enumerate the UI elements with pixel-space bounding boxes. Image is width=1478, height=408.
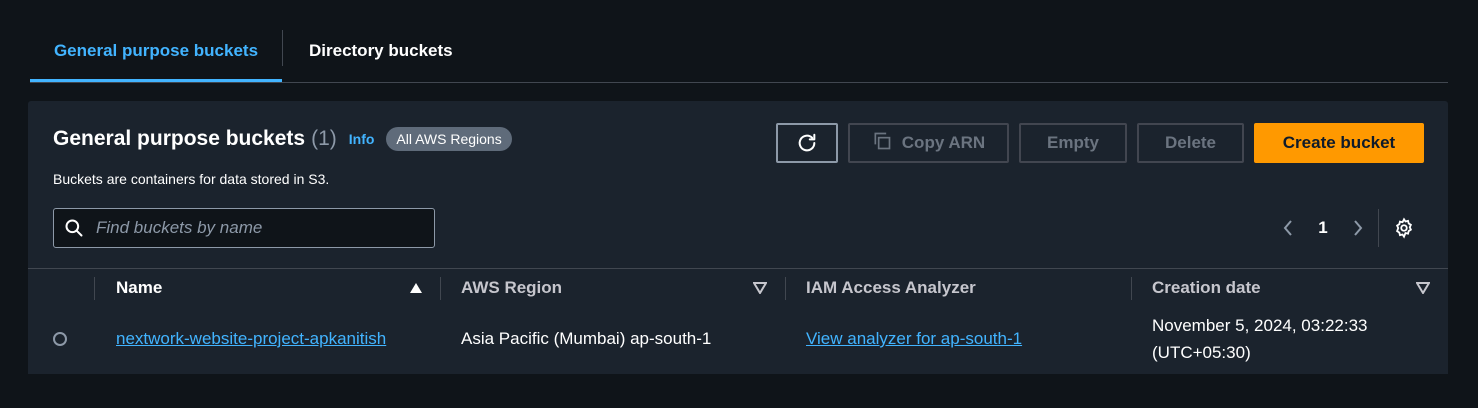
panel-title: General purpose buckets xyxy=(53,127,306,150)
gear-icon[interactable] xyxy=(1393,217,1415,239)
next-page-button[interactable] xyxy=(1346,219,1370,237)
sort-ascending-icon[interactable] xyxy=(409,282,423,294)
buckets-panel: General purpose buckets (1) Info All AWS… xyxy=(28,101,1448,374)
tab-general-purpose-buckets[interactable]: General purpose buckets xyxy=(30,22,282,82)
column-header-name[interactable]: Name xyxy=(116,269,162,307)
refresh-button[interactable] xyxy=(776,123,838,163)
search-input[interactable] xyxy=(94,217,418,239)
empty-button[interactable]: Empty xyxy=(1019,123,1127,163)
column-divider xyxy=(785,277,786,300)
search-icon xyxy=(64,218,84,238)
panel-description: Buckets are containers for data stored i… xyxy=(53,171,330,187)
delete-button[interactable]: Delete xyxy=(1137,123,1244,163)
refresh-icon xyxy=(796,132,818,154)
info-link[interactable]: Info xyxy=(349,131,375,147)
previous-page-button[interactable] xyxy=(1276,219,1300,237)
panel-header: General purpose buckets (1) Info All AWS… xyxy=(53,127,512,151)
copy-arn-label: Copy ARN xyxy=(901,133,986,152)
bucket-name-link[interactable]: nextwork-website-project-apkanitish xyxy=(116,329,386,349)
column-header-iam-analyzer[interactable]: IAM Access Analyzer xyxy=(806,269,976,307)
bucket-region: Asia Pacific (Mumbai) ap-south-1 xyxy=(461,329,712,348)
creation-date-line2: (UTC+05:30) xyxy=(1152,343,1251,362)
creation-date-line1: November 5, 2024, 03:22:33 xyxy=(1152,316,1368,335)
creation-date: November 5, 2024, 03:22:33 (UTC+05:30) xyxy=(1152,312,1367,366)
column-divider xyxy=(1131,277,1132,300)
sort-down-icon[interactable] xyxy=(1416,282,1430,294)
create-bucket-button[interactable]: Create bucket xyxy=(1254,123,1424,163)
row-select-radio[interactable] xyxy=(53,332,67,346)
bucket-count: (1) xyxy=(311,127,337,150)
pagination: 1 xyxy=(1276,209,1415,247)
column-divider xyxy=(94,277,95,300)
region-badge: All AWS Regions xyxy=(386,127,512,151)
search-box xyxy=(53,208,435,248)
sort-down-icon[interactable] xyxy=(753,282,767,294)
column-divider xyxy=(440,277,441,300)
column-header-creation-date[interactable]: Creation date xyxy=(1152,269,1261,307)
copy-icon xyxy=(872,131,892,156)
column-header-region[interactable]: AWS Region xyxy=(461,269,562,307)
table-header: Name AWS Region IAM Access Analyzer Crea… xyxy=(28,268,1448,308)
current-page-number[interactable]: 1 xyxy=(1300,218,1346,238)
copy-arn-button[interactable]: Copy ARN xyxy=(848,123,1009,163)
bucket-type-tabs: General purpose buckets Directory bucket… xyxy=(30,22,1448,83)
view-analyzer-link[interactable]: View analyzer for ap-south-1 xyxy=(806,329,1022,349)
table-row: nextwork-website-project-apkanitish Asia… xyxy=(28,307,1448,374)
tab-directory-buckets[interactable]: Directory buckets xyxy=(283,22,453,80)
pagination-divider xyxy=(1378,209,1379,247)
